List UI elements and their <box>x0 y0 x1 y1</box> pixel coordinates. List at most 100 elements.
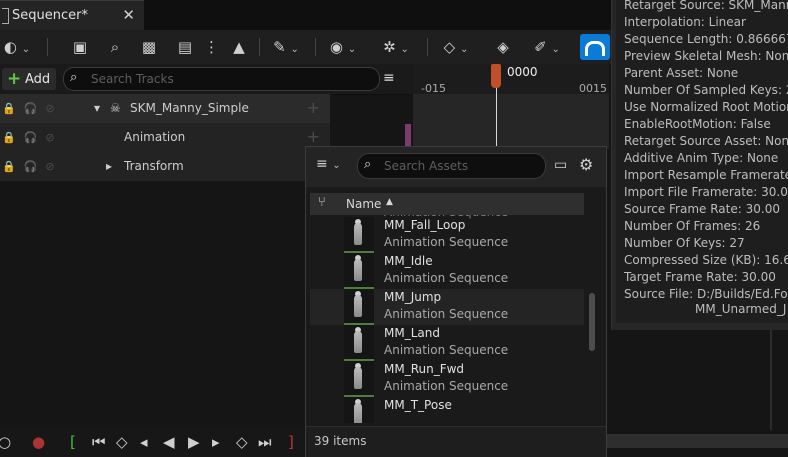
anim-thumbnail <box>344 253 374 289</box>
divider <box>770 330 772 430</box>
filter-icon[interactable]: ≡ ⌄ <box>316 156 341 172</box>
jump-to-start-icon[interactable]: ⏮ <box>92 433 106 451</box>
name-column-header[interactable]: Name <box>346 197 381 211</box>
world-icon[interactable]: ◐ ⌄ <box>0 36 34 58</box>
prev-key-icon[interactable]: ◇ <box>116 433 128 451</box>
asset-name: MM_Jump <box>384 290 442 304</box>
prop-additive-type: Additive Anim Type: None <box>624 151 779 165</box>
set-end-icon[interactable]: ] <box>288 433 294 451</box>
search-icon: ⌕ <box>364 157 372 172</box>
asset-name: MM_Idle <box>384 254 433 268</box>
current-time-label: 0000 <box>507 65 538 79</box>
sort-ascending-icon: ▲ <box>386 197 393 207</box>
track-row-skm[interactable]: 🔒🎧⊘ ▾ ☠ SKM_Manny_Simple + <box>0 94 330 123</box>
list-item[interactable]: MM_Jump Animation Sequence <box>310 289 584 325</box>
loop-icon[interactable]: ○ <box>0 433 11 451</box>
record-icon[interactable]: ● <box>32 433 45 451</box>
prop-num-frames: Number Of Frames: 26 <box>624 219 761 233</box>
browse-asset-icon[interactable]: ⌕ <box>104 36 126 58</box>
anim-thumbnail <box>344 397 374 423</box>
item-count: 39 items <box>314 434 367 448</box>
horizontal-scrollbar[interactable] <box>607 434 788 448</box>
jump-to-end-icon[interactable]: ⏭ <box>258 433 272 451</box>
playhead-handle[interactable] <box>491 64 501 88</box>
more-options-icon[interactable]: ⋮ <box>204 36 219 58</box>
prop-sequence-length: Sequence Length: 0.866667 <box>624 32 788 46</box>
key-ribbon-icon[interactable]: ◈ <box>492 36 514 58</box>
anim-thumbnail <box>344 217 374 253</box>
list-item[interactable]: MM_Run_Fwd Animation Sequence <box>310 361 584 397</box>
toolbar-divider <box>427 38 428 56</box>
search-icon: ⌕ <box>70 70 78 85</box>
anim-thumbnail <box>344 325 374 361</box>
add-track-button[interactable]: + Add <box>2 68 56 90</box>
brush-icon[interactable]: ✐ ⌄ <box>526 36 568 58</box>
step-forward-icon[interactable]: ▸ <box>212 433 220 451</box>
next-key-icon[interactable]: ◇ <box>236 433 248 451</box>
keyframe-icon[interactable]: ◇ ⌄ <box>436 36 476 58</box>
prop-num-keys: Number Of Keys: 27 <box>624 236 745 250</box>
asset-type: Animation Sequence <box>384 271 509 285</box>
set-start-icon[interactable]: [ <box>70 433 76 451</box>
track-toggle-icons[interactable]: 🔒🎧⊘ <box>2 160 63 173</box>
prop-interpolation: Interpolation: Linear <box>624 15 746 29</box>
track-area[interactable] <box>413 94 609 149</box>
track-label: Animation <box>124 130 186 144</box>
tree-toggle-icon[interactable]: ⑂ <box>318 195 326 210</box>
track-row-animation[interactable]: 🔒🎧⊘ Animation + <box>0 123 330 152</box>
track-toggle-icons[interactable]: 🔒🎧⊘ <box>2 131 63 144</box>
filter-tracks-icon[interactable]: ≡ <box>383 70 395 86</box>
toolbar-divider <box>47 38 48 56</box>
clapperboard-icon[interactable]: ▤ <box>174 36 196 58</box>
prop-root-motion: EnableRootMotion: False <box>624 117 771 131</box>
list-item[interactable]: MM_T_Pose <box>310 397 584 423</box>
prop-compressed-size: Compressed Size (KB): 16.64 <box>624 253 788 267</box>
asset-name: MM_Run_Fwd <box>384 362 465 376</box>
close-tab-icon[interactable]: ✕ <box>122 6 135 24</box>
list-item[interactable]: MM_Idle Animation Sequence <box>310 253 584 289</box>
asset-type: Animation Sequence <box>384 379 509 393</box>
track-expand-icon[interactable]: ▾ <box>94 101 100 115</box>
list-item[interactable]: MM_Land Animation Sequence <box>310 325 584 361</box>
play-icon[interactable]: ▶ <box>188 433 200 451</box>
add-subtrack-icon[interactable]: + <box>307 127 320 146</box>
search-assets-input[interactable]: ⌕ Search Assets <box>357 153 546 179</box>
render-movie-icon[interactable]: ▲ <box>228 36 250 58</box>
search-tracks-input[interactable]: ⌕ Search Tracks <box>63 67 380 91</box>
playhead-line <box>496 88 497 148</box>
track-row-transform[interactable]: 🔒🎧⊘ ▸ Transform <box>0 152 330 181</box>
track-expand-icon[interactable]: ▸ <box>106 159 112 173</box>
prop-target-framerate: Target Frame Rate: 30.00 <box>624 270 776 284</box>
search-assets-placeholder: Search Assets <box>384 159 469 173</box>
folder-icon[interactable]: ▭ <box>554 157 567 173</box>
list-scrollbar[interactable] <box>589 293 595 351</box>
sequencer-tab-icon <box>2 8 9 24</box>
step-back-icon[interactable]: ◂ <box>140 433 148 451</box>
asset-type: Animation Sequence <box>384 343 509 357</box>
search-tracks-placeholder: Search Tracks <box>91 72 174 86</box>
tab-sequencer[interactable]: Sequencer* ✕ <box>0 0 144 30</box>
wrench-icon[interactable]: ✎ ⌄ <box>266 36 306 58</box>
anim-thumbnail <box>344 289 374 325</box>
prop-source-file: Source File: D:/Builds/Ed.For <box>624 287 788 301</box>
settings-gear-icon[interactable]: ⚙ <box>579 155 593 174</box>
list-item[interactable]: MM_Fall_Loop Animation Sequence <box>310 217 584 253</box>
track-toggle-icons[interactable]: 🔒🎧⊘ <box>2 102 63 115</box>
add-label: Add <box>25 72 51 87</box>
toolbar-divider <box>259 38 260 56</box>
ue-logo-icon[interactable] <box>580 34 610 60</box>
prop-preview-mesh: Preview Skeletal Mesh: None <box>624 49 788 63</box>
toolbar-divider <box>315 38 316 56</box>
save-icon[interactable]: ▣ <box>70 36 90 58</box>
asset-list[interactable]: Animation Sequence MM_Fall_Loop Animatio… <box>310 215 584 423</box>
prop-import-resample: Import Resample Framerate: <box>624 168 788 182</box>
snapping-gear-icon[interactable]: ✲ ⌄ <box>376 36 416 58</box>
add-subtrack-icon[interactable]: + <box>307 98 320 117</box>
camera-icon[interactable]: ▩ <box>139 36 159 58</box>
tab-title: Sequencer* <box>12 8 88 23</box>
eye-icon[interactable]: ◉ ⌄ <box>322 36 364 58</box>
asset-name: MM_Fall_Loop <box>384 218 466 232</box>
play-reverse-icon[interactable]: ◀ <box>163 433 175 451</box>
plus-icon: + <box>7 69 22 89</box>
skeleton-icon: ☠ <box>110 101 121 115</box>
